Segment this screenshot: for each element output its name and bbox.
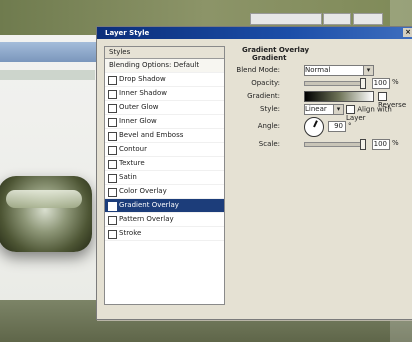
style-item-texture[interactable]: Texture: [105, 157, 224, 171]
opacity-label: Opacity:: [251, 79, 280, 87]
scale-input[interactable]: 100: [372, 139, 390, 150]
style-item-bevel-emboss[interactable]: Bevel and Emboss: [105, 129, 224, 143]
style-item-label: Pattern Overlay: [119, 215, 174, 223]
style-item-outer-glow[interactable]: Outer Glow: [105, 101, 224, 115]
angle-label: Angle:: [257, 122, 280, 130]
styles-panel: Styles Blending Options: Default Drop Sh…: [104, 46, 225, 305]
checkbox-icon[interactable]: [108, 202, 117, 211]
angle-row: Angle: 90 °: [232, 116, 412, 138]
dialog-title: Layer Style: [105, 29, 150, 37]
checkbox-icon[interactable]: [108, 216, 117, 225]
gradient-swatch[interactable]: [304, 91, 374, 102]
button-preview: [0, 176, 92, 252]
opacity-slider-thumb[interactable]: [360, 78, 366, 89]
checkbox-icon[interactable]: [108, 76, 117, 85]
opacity-unit: %: [392, 78, 399, 86]
style-row: Style: Linear ▾ Align with Layer: [232, 103, 412, 122]
background-strip-secondary: [0, 70, 95, 80]
style-item-color-overlay[interactable]: Color Overlay: [105, 185, 224, 199]
style-item-label: Inner Glow: [119, 117, 157, 125]
checkbox-icon[interactable]: [378, 92, 387, 101]
checkbox-icon[interactable]: [108, 188, 117, 197]
close-icon[interactable]: ×: [403, 28, 412, 37]
checkbox-icon[interactable]: [346, 105, 355, 114]
scale-slider-track[interactable]: [304, 142, 366, 147]
style-item-stroke[interactable]: Stroke: [105, 227, 224, 241]
style-label: Style:: [260, 105, 280, 113]
style-item-satin[interactable]: Satin: [105, 171, 224, 185]
background-selection-strip: [0, 42, 110, 62]
toolbar-field-left[interactable]: [250, 13, 322, 25]
style-item-gradient-overlay[interactable]: Gradient Overlay: [105, 199, 224, 213]
checkbox-icon[interactable]: [108, 90, 117, 99]
angle-unit: °: [348, 122, 352, 130]
style-item-inner-shadow[interactable]: Inner Shadow: [105, 87, 224, 101]
style-item-label: Outer Glow: [119, 103, 159, 111]
style-item-label: Bevel and Emboss: [119, 131, 184, 139]
subsection-title: Gradient: [252, 54, 287, 62]
scale-slider[interactable]: [304, 139, 366, 150]
scale-slider-thumb[interactable]: [360, 139, 366, 150]
checkbox-icon[interactable]: [108, 118, 117, 127]
blending-options-item[interactable]: Blending Options: Default: [105, 59, 224, 73]
style-select[interactable]: Linear ▾: [304, 104, 344, 115]
style-value: Linear: [305, 105, 327, 113]
section-title: Gradient Overlay: [242, 46, 310, 54]
angle-input[interactable]: 90: [328, 121, 346, 132]
scale-label: Scale:: [258, 140, 280, 148]
checkbox-icon[interactable]: [108, 230, 117, 239]
styles-header: Styles: [105, 47, 224, 59]
style-item-contour[interactable]: Contour: [105, 143, 224, 157]
scale-value: 100: [373, 140, 387, 148]
gradient-label: Gradient:: [247, 92, 280, 100]
blend-mode-value: Normal: [305, 66, 331, 74]
style-item-pattern-overlay[interactable]: Pattern Overlay: [105, 213, 224, 227]
dialog-titlebar: Layer Style ×: [97, 27, 412, 39]
style-item-label: Gradient Overlay: [119, 201, 179, 209]
checkbox-icon[interactable]: [108, 104, 117, 113]
angle-dial-icon[interactable]: [304, 117, 324, 137]
style-item-label: Inner Shadow: [119, 89, 167, 97]
checkbox-icon[interactable]: [108, 160, 117, 169]
style-item-label: Texture: [119, 159, 145, 167]
style-item-drop-shadow[interactable]: Drop Shadow: [105, 73, 224, 87]
gradient-row: Gradient: Reverse: [232, 90, 412, 109]
blend-mode-label: Blend Mode:: [236, 66, 280, 74]
button-highlight: [6, 190, 82, 208]
toolbar-field-right[interactable]: [353, 13, 383, 25]
opacity-slider-track[interactable]: [304, 81, 366, 86]
blend-mode-row: Blend Mode: Normal ▾: [232, 64, 412, 77]
checkbox-icon[interactable]: [108, 146, 117, 155]
gradient-overlay-panel: Gradient Overlay Gradient Blend Mode: No…: [232, 46, 412, 303]
scale-row: Scale: 100 %: [232, 138, 412, 151]
opacity-value: 100: [373, 79, 387, 87]
style-item-label: Drop Shadow: [119, 75, 166, 83]
style-item-label: Stroke: [119, 229, 142, 237]
chevron-down-icon[interactable]: ▾: [363, 66, 373, 75]
chevron-down-icon[interactable]: ▾: [333, 105, 343, 114]
blend-mode-select[interactable]: Normal ▾: [304, 65, 374, 76]
checkbox-icon[interactable]: [108, 132, 117, 141]
checkbox-icon[interactable]: [108, 174, 117, 183]
style-item-inner-glow[interactable]: Inner Glow: [105, 115, 224, 129]
angle-value: 90: [334, 122, 343, 130]
layer-style-dialog: Layer Style × Styles Blending Options: D…: [96, 26, 412, 320]
toolbar-field-mid[interactable]: [323, 13, 351, 25]
style-item-label: Contour: [119, 145, 147, 153]
opacity-input[interactable]: 100: [372, 78, 390, 89]
style-item-label: Color Overlay: [119, 187, 167, 195]
opacity-row: Opacity: 100 %: [232, 77, 412, 90]
style-item-label: Satin: [119, 173, 137, 181]
opacity-slider[interactable]: [304, 78, 366, 89]
scale-unit: %: [392, 139, 399, 147]
